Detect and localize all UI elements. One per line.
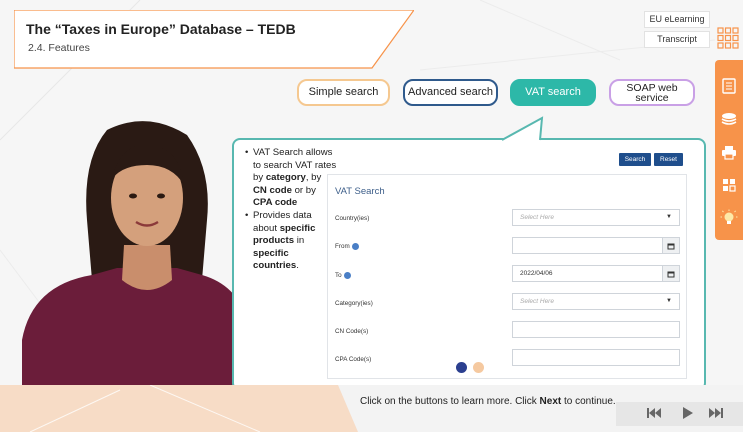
vat-search-form-title: VAT Search	[335, 186, 385, 197]
eu-elearning-button[interactable]: EU eLearning	[644, 11, 710, 28]
category-select[interactable]: Select Here ▼	[512, 293, 680, 310]
section-subtitle: 2.4. Features	[28, 42, 90, 54]
page-dot-1[interactable]	[456, 362, 467, 373]
slide-stage: The “Taxes in Europe” Database – TEDB 2.…	[0, 0, 743, 432]
tab-soap-line2: service	[635, 92, 669, 104]
course-title-banner: The “Taxes in Europe” Database – TEDB 2.…	[14, 10, 414, 70]
print-icon[interactable]	[720, 143, 738, 161]
tab-soap-web-service[interactable]: SOAP web service	[609, 79, 695, 106]
calendar-icon[interactable]	[662, 266, 679, 281]
tab-simple-search[interactable]: Simple search	[297, 79, 390, 106]
calendar-icon[interactable]	[662, 238, 679, 253]
form-search-button[interactable]: Search	[619, 153, 651, 166]
chevron-down-icon: ▼	[666, 298, 672, 304]
bottom-bar-decoration	[0, 385, 358, 432]
bullet-search-options: VAT Search allows to search VAT rates by…	[245, 147, 337, 210]
layers-icon[interactable]	[720, 110, 738, 128]
side-toolbar	[715, 60, 743, 240]
tab-advanced-search[interactable]: Advanced search	[403, 79, 498, 106]
country-select[interactable]: Select Here ▼	[512, 209, 680, 226]
cn-code-label: CN Code(s)	[335, 328, 369, 335]
from-label: From	[335, 243, 359, 250]
course-title: The “Taxes in Europe” Database – TEDB	[26, 21, 296, 37]
title-banner-shape	[14, 10, 414, 69]
to-date-input[interactable]: 2022/04/06	[512, 265, 680, 282]
presenter-image	[22, 121, 252, 395]
tab-vat-search[interactable]: VAT search	[510, 79, 596, 106]
grid-apps-icon[interactable]	[720, 176, 738, 194]
feature-bullets: VAT Search allows to search VAT rates by…	[245, 147, 337, 273]
menu-grid-icon[interactable]	[716, 26, 740, 50]
info-icon[interactable]	[351, 243, 359, 250]
bullet-provides-data: Provides data about specific products in…	[245, 210, 337, 273]
form-reset-button[interactable]: Reset	[654, 153, 683, 166]
cn-code-input[interactable]	[512, 321, 680, 338]
from-date-input[interactable]	[512, 237, 680, 254]
category-label: Category(ies)	[335, 300, 373, 307]
category-placeholder: Select Here	[520, 298, 554, 305]
previous-icon[interactable]	[645, 404, 663, 422]
info-icon[interactable]	[343, 272, 351, 279]
panel-pointer	[501, 116, 544, 141]
country-label: Country(ies)	[335, 215, 370, 222]
to-date-value: 2022/04/06	[520, 270, 553, 277]
to-label: To	[335, 272, 351, 279]
cpa-code-label: CPA Code(s)	[335, 356, 372, 363]
chevron-down-icon: ▼	[666, 214, 672, 220]
lightbulb-icon[interactable]	[720, 209, 738, 227]
footer-instruction: Click on the buttons to learn more. Clic…	[360, 396, 616, 407]
transcript-button[interactable]: Transcript	[644, 31, 710, 48]
document-icon[interactable]	[720, 77, 738, 95]
page-dot-2[interactable]	[473, 362, 484, 373]
next-icon[interactable]	[707, 404, 725, 422]
play-icon[interactable]	[679, 404, 697, 422]
country-placeholder: Select Here	[520, 214, 554, 221]
cpa-code-input[interactable]	[512, 349, 680, 366]
